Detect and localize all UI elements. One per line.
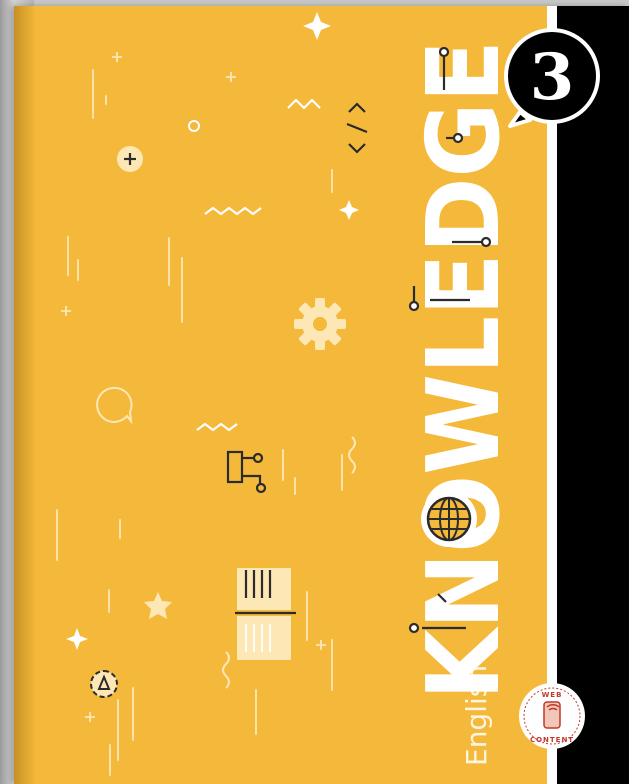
web-content-badge-icon: WEB CONTENT xyxy=(519,683,585,749)
gear-icon xyxy=(294,298,346,350)
plus-icon xyxy=(117,146,143,172)
decor-zigzags xyxy=(196,98,321,432)
title-text: KNOWLEDGE xyxy=(405,40,522,700)
notebook-icon xyxy=(235,568,296,660)
code-tag-icon xyxy=(346,102,368,154)
globe-icon xyxy=(421,491,477,547)
badge-top-text: WEB xyxy=(542,691,563,699)
subject-label: English xyxy=(460,665,493,766)
badge-bottom-text: CONTENT xyxy=(530,736,574,744)
ring-decor xyxy=(188,120,200,132)
decor-lines xyxy=(56,69,343,776)
book-cover-scene: KNOWLEDGE 3 English WEB CONTENT xyxy=(0,0,629,784)
play-circle-icon xyxy=(90,670,118,698)
flowchart-icon xyxy=(226,450,267,494)
volume-number-badge: 3 xyxy=(504,28,600,128)
cover-artwork: KNOWLEDGE 3 English WEB CONTENT xyxy=(56,12,600,776)
subject-text: English xyxy=(460,665,493,766)
star-icon xyxy=(144,592,172,619)
volume-number: 3 xyxy=(530,40,575,115)
chat-bubble-icon xyxy=(96,386,133,425)
book-title: KNOWLEDGE xyxy=(405,40,522,700)
